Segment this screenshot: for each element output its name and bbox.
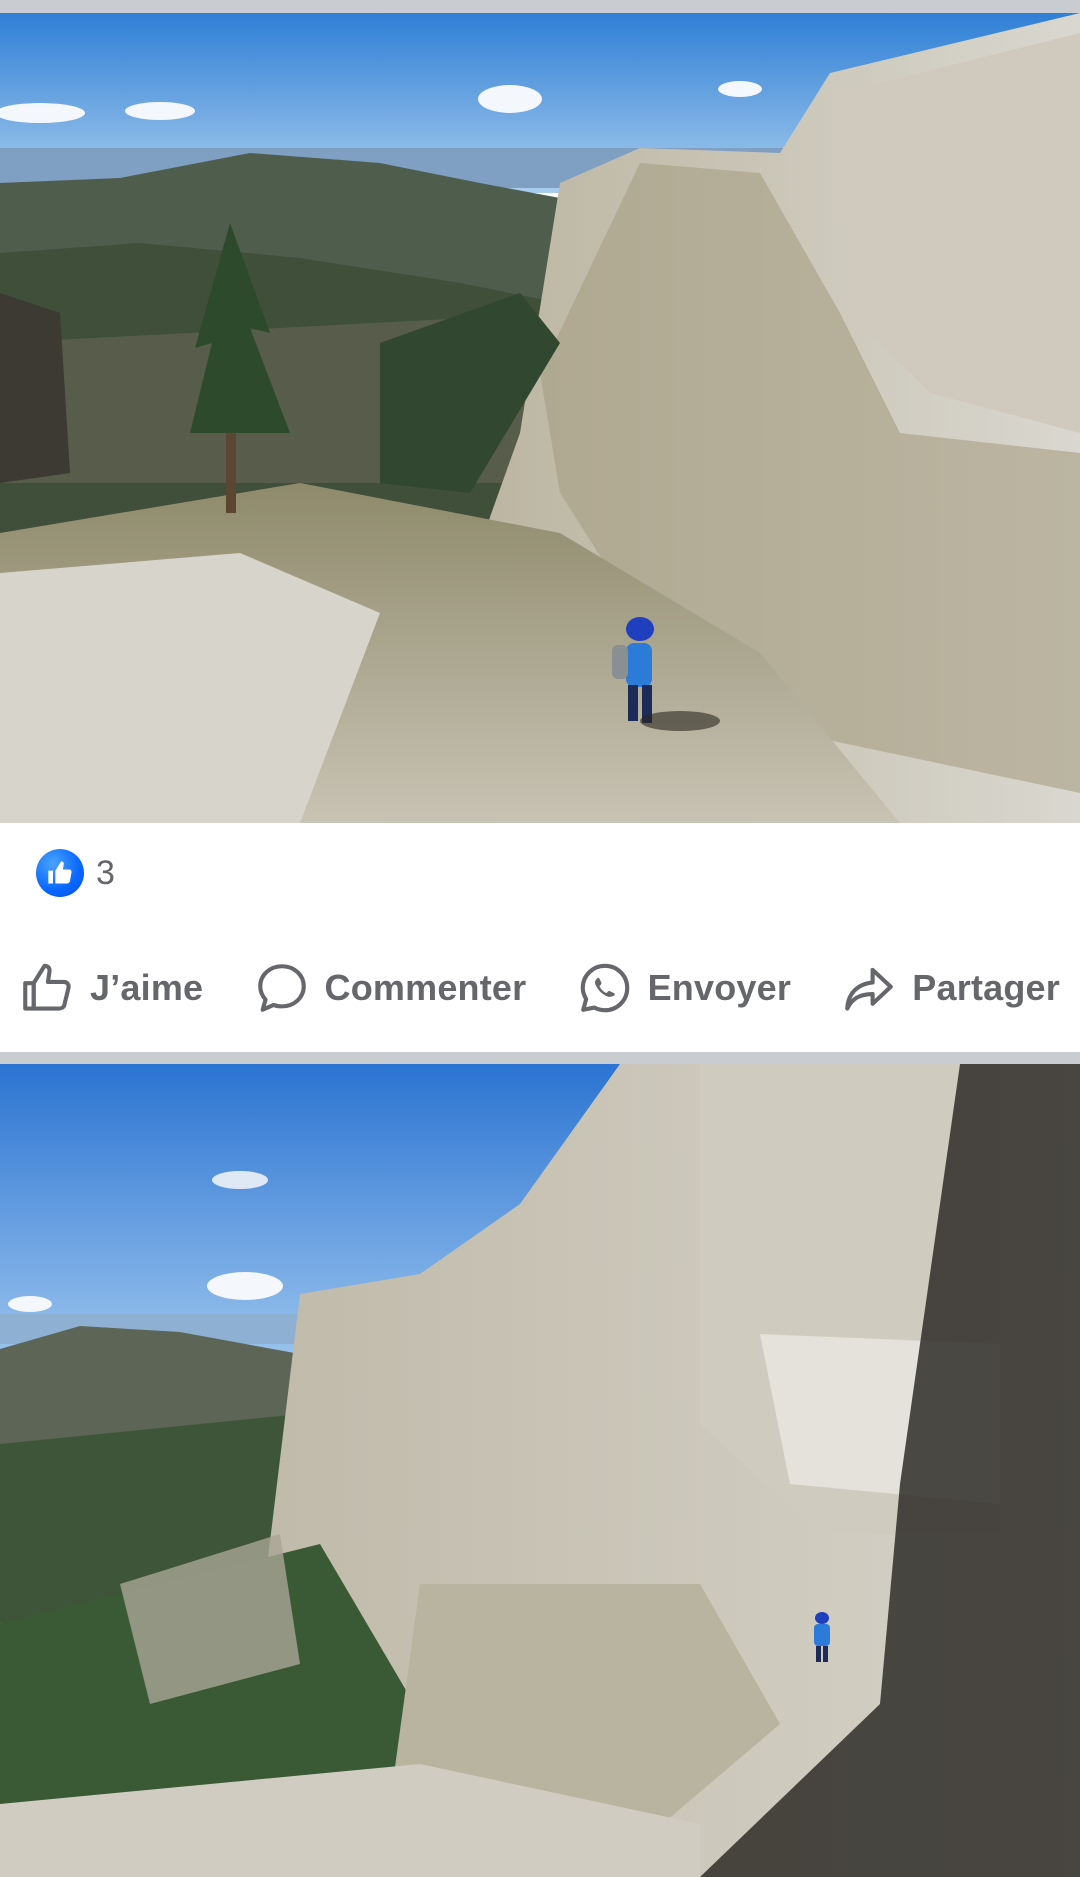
comment-button[interactable]: Commenter: [253, 959, 527, 1017]
send-button[interactable]: Envoyer: [576, 959, 791, 1017]
comment-icon: [257, 963, 306, 1012]
like-button[interactable]: J’aime: [18, 959, 203, 1017]
reaction-summary[interactable]: 3: [0, 823, 1080, 923]
send-label: Envoyer: [647, 966, 792, 1008]
thumbs-up-icon: [23, 963, 71, 1011]
whatsapp-icon: [580, 963, 629, 1012]
share-button[interactable]: Partager: [840, 959, 1060, 1017]
top-divider: [0, 0, 1080, 13]
comment-label: Commenter: [324, 966, 527, 1008]
post-photo-2[interactable]: [0, 1064, 1080, 1877]
post-action-bar: J’aime Commenter Envoyer Partager: [0, 940, 1080, 1035]
like-icon: [36, 849, 84, 897]
reaction-count: 3: [96, 853, 115, 892]
post-photo-1[interactable]: [0, 13, 1080, 823]
share-icon: [845, 967, 894, 1011]
post-divider: [0, 1052, 1080, 1064]
share-label: Partager: [912, 966, 1060, 1008]
like-label: J’aime: [90, 966, 204, 1008]
